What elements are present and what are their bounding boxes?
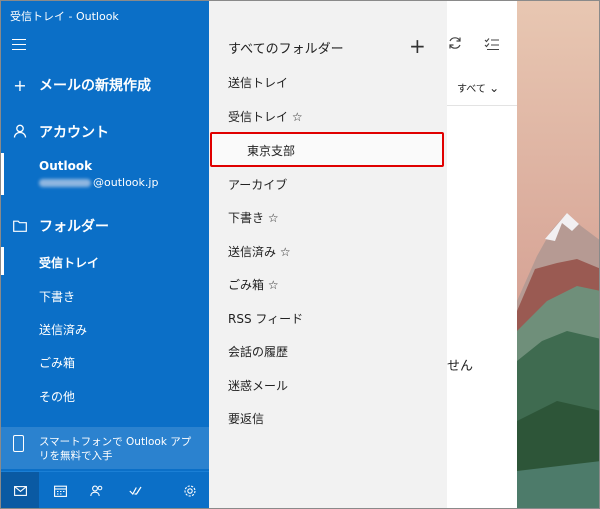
folders-label: フォルダー xyxy=(39,219,109,235)
background-mountain-image xyxy=(517,1,599,508)
mail-icon[interactable] xyxy=(1,472,39,508)
settings-gear-icon[interactable] xyxy=(171,472,209,508)
flyout-title: すべてのフォルダー xyxy=(228,42,344,57)
account-name[interactable]: Outlook xyxy=(39,159,92,173)
folder-trash[interactable]: ごみ箱 xyxy=(39,354,75,371)
navigation-pane: 受信トレイ - Outlook + メールの新規作成 アカウント Outlook… xyxy=(1,1,209,508)
flyout-item-archive[interactable]: アーカイブ xyxy=(228,176,287,193)
flyout-item-sent[interactable]: 送信済み ☆ xyxy=(228,243,291,260)
highlight-box xyxy=(210,132,444,167)
folder-drafts[interactable]: 下書き xyxy=(39,288,75,305)
highlighted-folder-label: 東京支部 xyxy=(247,144,296,158)
flyout-item-trash[interactable]: ごみ箱 ☆ xyxy=(228,276,279,293)
calendar-icon[interactable] xyxy=(41,472,79,508)
folder-icon xyxy=(1,217,39,236)
bottom-app-bar xyxy=(1,471,209,508)
add-folder-icon[interactable]: + xyxy=(409,34,426,58)
list-divider xyxy=(447,105,517,106)
all-folders-flyout: すべてのフォルダー + 送信トレイ 受信トレイ ☆ 東京支部 アーカイブ 下書き… xyxy=(209,1,447,508)
account-email: @outlook.jp xyxy=(39,176,158,189)
outlook-window: 受信トレイ - Outlook + メールの新規作成 アカウント Outlook… xyxy=(0,0,600,509)
flyout-item-conversation-history[interactable]: 会話の履歴 xyxy=(228,343,288,360)
accounts-header[interactable]: アカウント xyxy=(1,120,209,144)
folder-selected-indicator xyxy=(1,247,4,275)
flyout-item-inbox[interactable]: 受信トレイ ☆ xyxy=(228,108,303,125)
flyout-item-flagged[interactable]: 要返信 xyxy=(228,410,264,427)
flyout-item-rss[interactable]: RSS フィード xyxy=(228,310,303,327)
selection-mode-icon[interactable] xyxy=(484,37,500,51)
flyout-item-outbox[interactable]: 送信トレイ xyxy=(228,74,288,91)
folder-inbox[interactable]: 受信トレイ xyxy=(39,254,99,271)
get-app-promo[interactable]: スマートフォンで Outlook アプリを無料で入手 xyxy=(1,427,209,469)
flyout-item-junk[interactable]: 迷惑メール xyxy=(228,377,288,394)
promo-text: スマートフォンで Outlook アプリを無料で入手 xyxy=(39,436,192,462)
todo-icon[interactable] xyxy=(116,472,154,508)
empty-list-message: せん xyxy=(447,359,474,374)
person-icon xyxy=(1,123,39,142)
accounts-label: アカウント xyxy=(39,125,109,141)
folders-header[interactable]: フォルダー xyxy=(1,214,209,238)
new-mail-button[interactable]: + メールの新規作成 xyxy=(1,73,209,97)
hamburger-menu-icon[interactable] xyxy=(12,39,26,54)
smartphone-icon xyxy=(13,435,24,452)
account-selected-indicator xyxy=(1,153,4,195)
sync-icon[interactable] xyxy=(447,35,463,51)
flyout-item-drafts[interactable]: 下書き ☆ xyxy=(228,209,279,226)
message-list: すべて ⌄ せん xyxy=(447,1,517,508)
folder-sent[interactable]: 送信済み xyxy=(39,321,87,338)
redacted-address xyxy=(39,179,91,187)
chevron-down-icon: ⌄ xyxy=(489,81,500,95)
new-mail-label: メールの新規作成 xyxy=(39,78,151,94)
plus-icon: + xyxy=(13,75,27,95)
people-icon[interactable] xyxy=(78,472,116,508)
folder-more[interactable]: その他 xyxy=(39,388,75,405)
window-title: 受信トレイ - Outlook xyxy=(10,10,119,23)
filter-dropdown[interactable]: すべて ⌄ xyxy=(457,80,499,95)
